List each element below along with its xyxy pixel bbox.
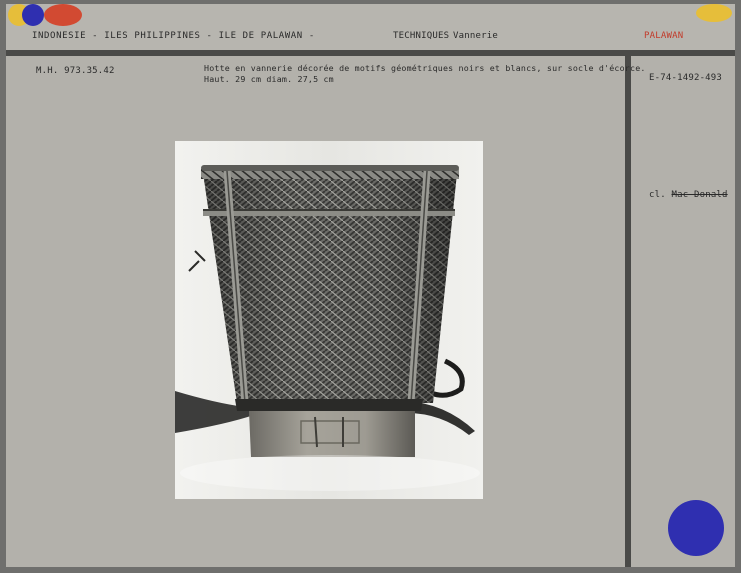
location-label: INDONESIE - ILES PHILIPPINES - ILE DE PA… [32,31,315,41]
card-header: INDONESIE - ILES PHILIPPINES - ILE DE PA… [6,4,735,50]
catalog-card: INDONESIE - ILES PHILIPPINES - ILE DE PA… [6,4,735,567]
reference-number: E-74-1492-493 [649,73,723,83]
blue-dot-bottom-icon [668,500,724,556]
basket-photo [175,141,483,499]
blue-dot-icon [22,4,44,26]
photo-credit: cl. Mac Donald [649,190,728,200]
credit-name: Mac Donald [671,190,728,200]
column-divider [625,56,631,567]
object-photo [175,141,483,499]
inventory-number: M.H. 973.35.42 [36,66,115,76]
credit-prefix: cl. [649,190,666,200]
technique-label: TECHNIQUES [393,31,450,41]
object-dimensions: Haut. 29 cm diam. 27,5 cm [204,74,334,84]
red-dot-icon [44,4,82,26]
object-description: Hotte en vannerie décorée de motifs géom… [204,63,646,73]
technique-value: Vannerie [453,31,498,41]
yellow-dot-right-icon [696,4,732,22]
region-label: PALAWAN [644,31,684,41]
